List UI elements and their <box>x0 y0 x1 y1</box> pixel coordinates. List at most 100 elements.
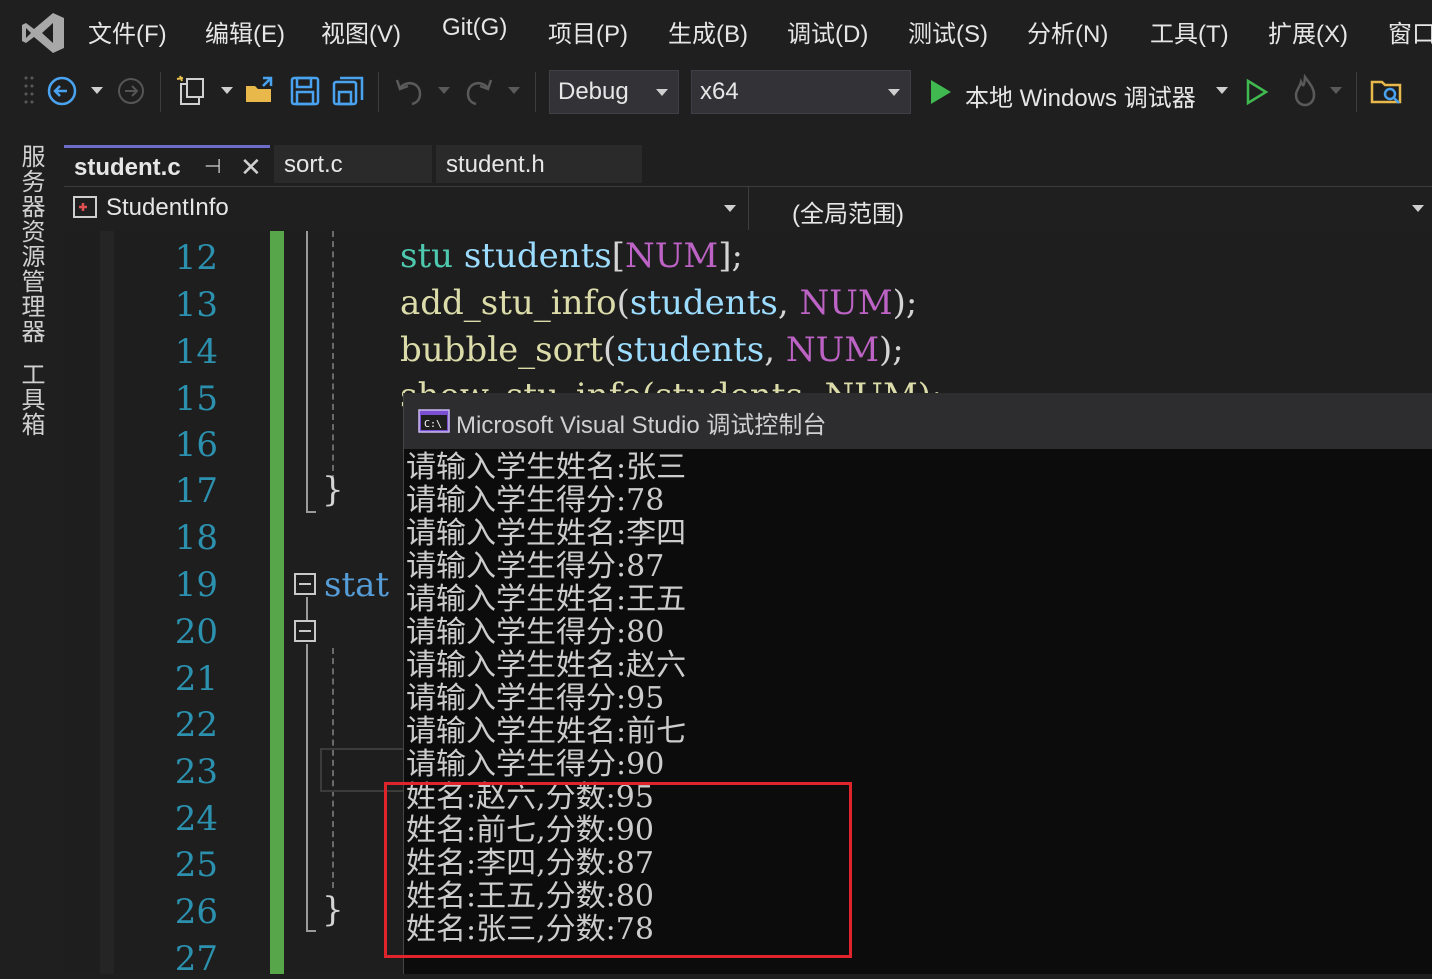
chevron-down-icon <box>1412 205 1424 212</box>
console-line: 请输入学生得分:80 <box>406 615 665 650</box>
code-token: [ <box>611 236 625 276</box>
line-number: 12 <box>174 238 218 278</box>
redo-dropdown-icon[interactable] <box>508 87 520 94</box>
line-number: 18 <box>174 518 218 558</box>
code-token: students <box>616 330 765 370</box>
navigate-back-icon[interactable] <box>45 74 79 108</box>
line-number: 21 <box>174 659 218 699</box>
code-token: add_stu_info <box>400 283 617 323</box>
code-token: ); <box>879 330 904 370</box>
menu-window[interactable]: 窗口 <box>1388 14 1432 49</box>
line-number: 15 <box>174 379 218 419</box>
console-app-icon: C:\ <box>418 409 450 433</box>
code-token: ]; <box>718 236 743 276</box>
tab-sort-c[interactable]: sort.c <box>274 145 432 183</box>
server-explorer-tab[interactable]: 服务器资源管理器 <box>17 144 48 344</box>
pin-icon[interactable]: ⊣ <box>204 154 221 179</box>
line-number: 17 <box>174 471 218 511</box>
tab-student-h[interactable]: student.h <box>436 145 642 183</box>
chevron-down-icon <box>724 205 736 212</box>
console-line: 请输入学生姓名:赵六 <box>406 648 687 683</box>
code-token: , <box>777 283 789 323</box>
console-line: 请输入学生姓名:李四 <box>406 516 687 551</box>
open-file-icon[interactable] <box>243 74 277 108</box>
solution-explorer-icon[interactable] <box>1370 74 1404 108</box>
menu-build[interactable]: 生成(B) <box>668 14 748 49</box>
line-number: 19 <box>174 565 218 605</box>
start-without-debugging-icon[interactable] <box>1244 78 1270 106</box>
line-number: 26 <box>174 892 218 932</box>
tab-label: student.c <box>74 154 181 181</box>
project-scope-select[interactable]: StudentInfo <box>68 190 744 226</box>
console-line: 请输入学生得分:90 <box>406 747 665 782</box>
change-tracking-bar <box>270 231 284 974</box>
line-number: 16 <box>174 425 218 465</box>
code-line-19: stat <box>324 565 390 605</box>
chevron-down-icon <box>656 89 668 96</box>
start-debugging-button[interactable]: 本地 Windows 调试器 <box>965 78 1196 113</box>
code-line-13: add_stu_info(students, NUM); <box>400 283 917 323</box>
menu-extensions[interactable]: 扩展(X) <box>1268 14 1348 49</box>
toolbar-separator <box>378 72 379 112</box>
scope-guide <box>306 597 308 620</box>
console-line: 请输入学生得分:87 <box>406 549 665 584</box>
line-number: 23 <box>174 752 218 792</box>
menu-test[interactable]: 测试(S) <box>908 14 988 49</box>
hot-reload-dropdown-icon[interactable] <box>1330 87 1342 94</box>
menu-debug[interactable]: 调试(D) <box>787 14 868 49</box>
configuration-select[interactable]: Debug <box>549 70 679 114</box>
code-token: students <box>463 236 612 276</box>
member-scope-select[interactable]: (全局范围) <box>752 190 1432 228</box>
tab-student-c[interactable]: student.c ⊣ ✕ <box>64 145 270 183</box>
save-icon[interactable] <box>288 74 322 108</box>
line-number: 13 <box>174 285 218 325</box>
nav-divider <box>748 186 749 230</box>
menu-view[interactable]: 视图(V) <box>321 14 401 49</box>
svg-text:C:\: C:\ <box>424 419 442 430</box>
code-token: stu <box>400 236 454 276</box>
save-all-icon[interactable] <box>332 74 366 108</box>
start-debugging-icon[interactable] <box>928 78 954 106</box>
member-scope-value: (全局范围) <box>792 201 904 228</box>
menu-project[interactable]: 项目(P) <box>548 14 628 49</box>
indicator-margin <box>100 231 114 974</box>
scope-guide-end <box>306 511 316 513</box>
new-project-icon[interactable] <box>175 74 209 108</box>
menu-git[interactable]: Git(G) <box>442 14 507 42</box>
console-line: 请输入学生得分:95 <box>406 681 665 716</box>
navigate-forward-icon[interactable] <box>114 74 148 108</box>
navigate-back-dropdown-icon[interactable] <box>91 87 103 94</box>
debug-console-title: Microsoft Visual Studio 调试控制台 <box>456 412 827 439</box>
menu-analyze[interactable]: 分析(N) <box>1027 14 1108 49</box>
console-line: 请输入学生姓名:王五 <box>406 582 687 617</box>
collapse-icon[interactable] <box>294 620 316 642</box>
toolbox-tab[interactable]: 工具箱 <box>17 362 48 437</box>
toolbar-separator <box>535 72 536 112</box>
line-number: 20 <box>174 612 218 652</box>
close-icon[interactable]: ✕ <box>240 152 262 183</box>
undo-dropdown-icon[interactable] <box>438 87 450 94</box>
code-line-17: } <box>322 470 344 510</box>
menu-tools[interactable]: 工具(T) <box>1150 14 1229 49</box>
code-line-14: bubble_sort(students, NUM); <box>400 330 904 370</box>
hot-reload-icon[interactable] <box>1288 74 1322 108</box>
console-line: 请输入学生姓名:张三 <box>406 450 687 485</box>
toolbar-separator <box>160 72 161 112</box>
line-number: 25 <box>174 845 218 885</box>
collapse-icon[interactable] <box>294 573 316 595</box>
start-debugging-dropdown-icon[interactable] <box>1216 87 1228 94</box>
menu-file[interactable]: 文件(F) <box>88 14 167 49</box>
code-token: bubble_sort <box>400 330 604 370</box>
redo-icon[interactable] <box>462 74 496 108</box>
code-line-26: } <box>322 890 344 930</box>
new-project-dropdown-icon[interactable] <box>221 87 233 94</box>
code-token: ( <box>616 283 630 323</box>
scope-guide <box>306 644 308 932</box>
undo-icon[interactable] <box>392 74 426 108</box>
configuration-value: Debug <box>558 78 629 105</box>
menu-edit[interactable]: 编辑(E) <box>205 14 285 49</box>
platform-select[interactable]: x64 <box>691 70 911 114</box>
toolbar-separator <box>1356 72 1357 112</box>
project-scope-value: StudentInfo <box>106 194 229 221</box>
code-token: students <box>629 283 778 323</box>
